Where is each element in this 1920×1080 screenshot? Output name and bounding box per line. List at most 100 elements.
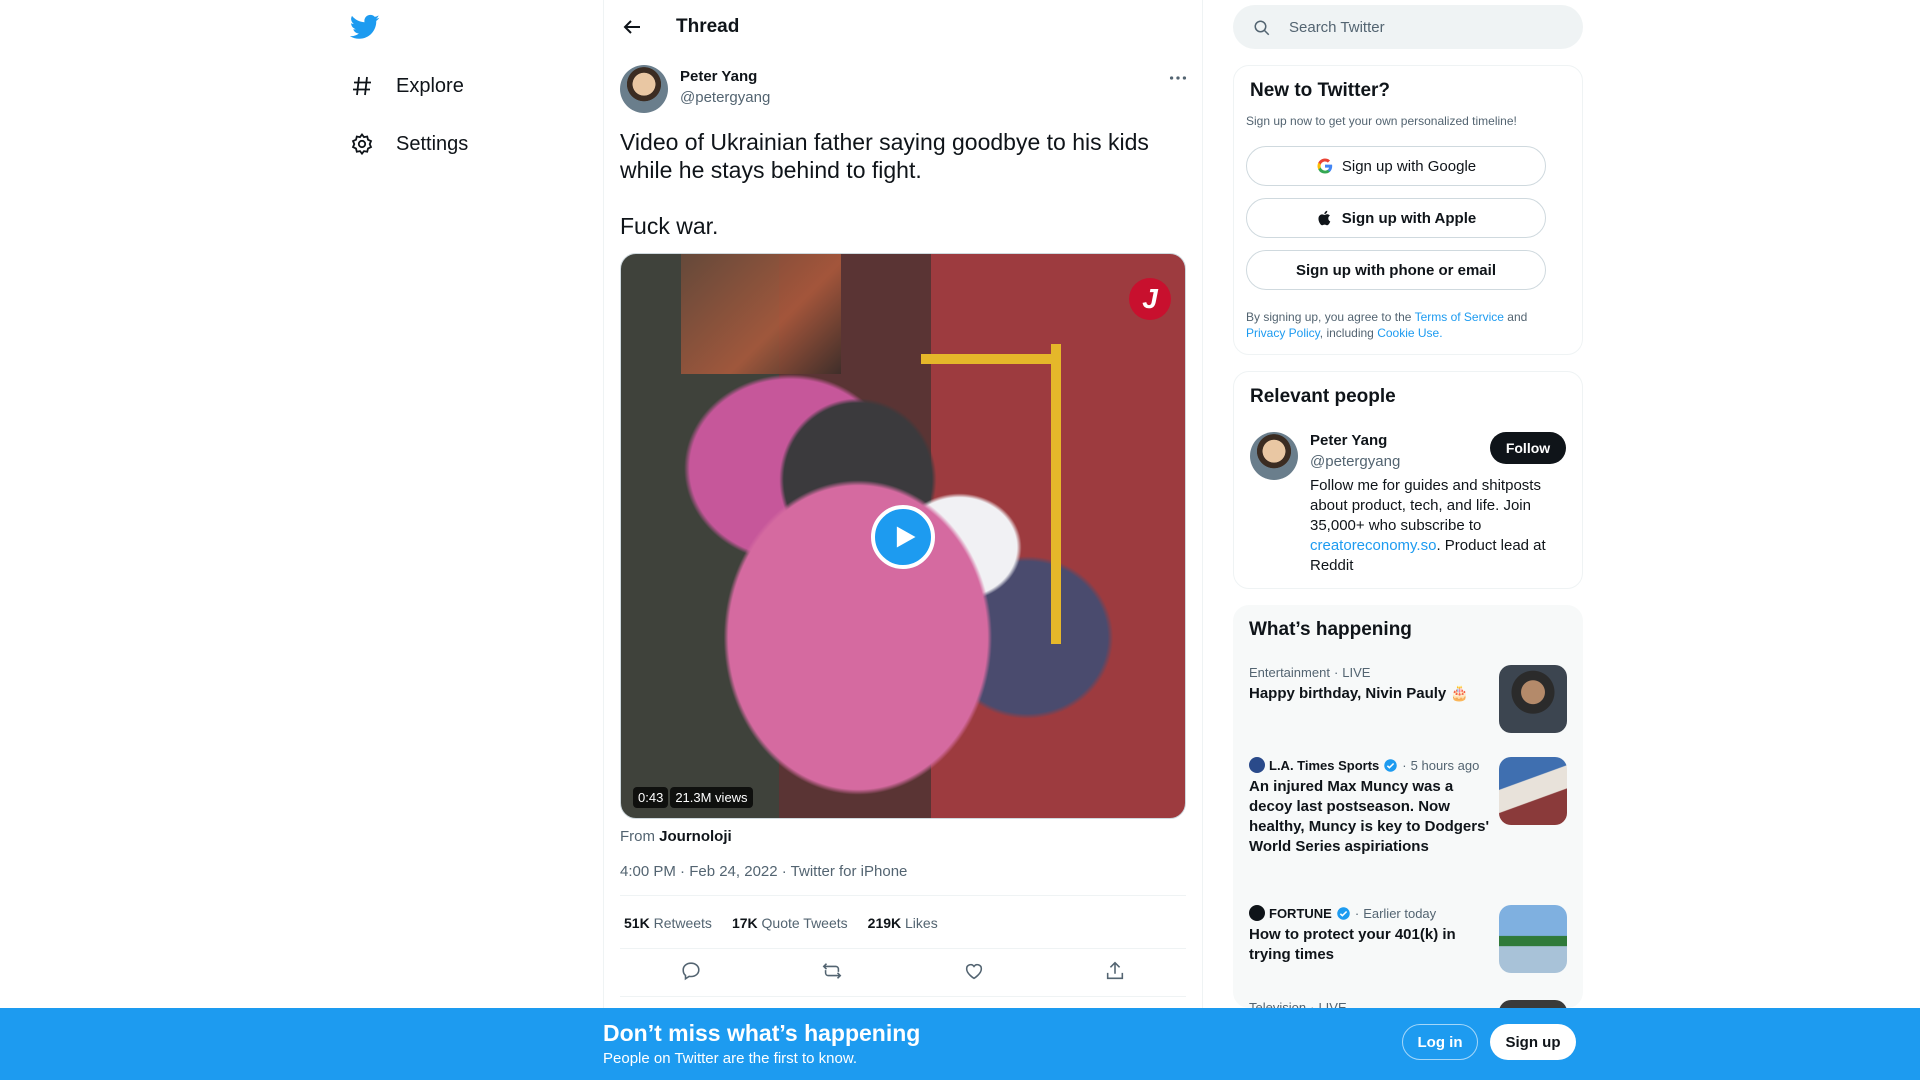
trend-category: Entertainment xyxy=(1249,665,1330,680)
cookie-use-link[interactable]: Cookie Use. xyxy=(1377,326,1442,340)
avatar[interactable] xyxy=(1250,432,1298,480)
trend-category: Television xyxy=(1249,1000,1307,1008)
stat-label: Retweets xyxy=(653,915,712,931)
trend-thumbnail xyxy=(1499,757,1567,825)
trend-separator: · xyxy=(1310,1000,1315,1008)
nav-item-settings[interactable]: Settings xyxy=(350,132,468,156)
button-label: Sign up with Apple xyxy=(1341,209,1477,227)
trend-thumbnail xyxy=(1499,905,1567,973)
trend-thumbnail xyxy=(1499,665,1567,733)
trend-item[interactable]: FORTUNE · Earlier today How to protect y… xyxy=(1249,905,1567,975)
trend-title: An injured Max Muncy was a decoy last po… xyxy=(1249,778,1490,855)
hashtag-icon xyxy=(353,76,371,96)
video-duration: 0:43 xyxy=(633,787,669,808)
divider xyxy=(620,996,1186,997)
trend-item[interactable]: L.A. Times Sports · 5 hours ago An injur… xyxy=(1249,757,1567,887)
video-background-rail xyxy=(1051,344,1061,644)
signup-apple-button[interactable]: Sign up with Apple xyxy=(1246,198,1546,238)
signup-card-subtitle: Sign up now to get your own personalized… xyxy=(1246,114,1517,128)
trend-title: Happy birthday, Nivin Pauly 🎂 xyxy=(1249,685,1470,702)
trend-item[interactable]: Television · LIVE xyxy=(1249,1000,1567,1008)
signup-button[interactable]: Sign up xyxy=(1490,1024,1576,1060)
like-icon[interactable] xyxy=(963,960,985,982)
tweet-timestamp[interactable]: 4:00 PM · Feb 24, 2022 · Twitter for iPh… xyxy=(620,863,907,880)
from-source-link[interactable]: Journoloji xyxy=(659,828,732,845)
stat-label: Quote Tweets xyxy=(761,915,848,931)
share-icon[interactable] xyxy=(1104,960,1126,982)
tweet-stats: 51K Retweets 17K Quote Tweets 219K Likes xyxy=(624,915,938,931)
source-logo-icon xyxy=(1249,757,1265,773)
login-button[interactable]: Log in xyxy=(1402,1024,1478,1060)
author-name[interactable]: Peter Yang xyxy=(680,68,757,85)
relevant-people-card: Relevant people Peter Yang @petergyang F… xyxy=(1233,371,1583,589)
gear-icon xyxy=(351,133,373,156)
trend-separator: · xyxy=(1402,757,1407,773)
trend-item[interactable]: Entertainment · LIVE Happy birthday, Niv… xyxy=(1249,665,1567,733)
search-input[interactable] xyxy=(1289,15,1559,39)
relevant-people-title: Relevant people xyxy=(1250,386,1396,407)
whats-happening-card: What’s happening Entertainment · LIVE Ha… xyxy=(1233,605,1583,1008)
button-label: Sign up with Google xyxy=(1341,157,1477,175)
avatar[interactable] xyxy=(620,65,668,113)
signup-card: New to Twitter? Sign up now to get your … xyxy=(1233,65,1583,355)
relevant-person-bio: Follow me for guides and shitposts about… xyxy=(1310,476,1572,576)
bio-link[interactable]: creatoreconomy.so xyxy=(1310,537,1436,554)
more-options-icon[interactable] xyxy=(1167,67,1189,89)
video-player[interactable]: J 0:43 21.3M views xyxy=(620,253,1186,819)
relevant-person-handle[interactable]: @petergyang xyxy=(1310,453,1400,470)
thread-column: Thread Peter Yang @petergyang Video of U… xyxy=(603,0,1203,1080)
trend-source: FORTUNE xyxy=(1269,905,1332,921)
search-icon xyxy=(1254,20,1270,36)
back-arrow-icon[interactable] xyxy=(620,15,644,39)
nav-item-label: Settings xyxy=(396,132,469,155)
trend-status: LIVE xyxy=(1342,665,1371,680)
search-box[interactable] xyxy=(1233,5,1583,49)
video-views: 21.3M views xyxy=(670,787,753,808)
thread-header: Thread xyxy=(604,0,1204,54)
verified-badge-icon xyxy=(1337,906,1350,920)
play-icon xyxy=(896,526,916,548)
app: Explore Settings Thread Peter Yang @pete… xyxy=(0,0,1920,1080)
tweet-text: Video of Ukrainian father saying goodbye… xyxy=(620,129,1149,239)
trend-status: LIVE xyxy=(1318,1000,1347,1008)
stat-count: 219K xyxy=(867,915,902,931)
retweet-icon[interactable] xyxy=(821,960,843,982)
retweets-stat[interactable]: 51K Retweets xyxy=(624,915,712,931)
divider xyxy=(620,895,1186,896)
page-title: Thread xyxy=(676,16,740,37)
signup-google-button[interactable]: Sign up with Google xyxy=(1246,146,1546,186)
trend-title: How to protect your 401(k) in trying tim… xyxy=(1249,926,1456,963)
divider xyxy=(620,948,1186,949)
whats-happening-title: What’s happening xyxy=(1249,619,1412,640)
trend-thumbnail xyxy=(1499,1000,1567,1008)
media-source: From Journoloji xyxy=(620,828,732,845)
play-button[interactable] xyxy=(871,505,935,569)
stat-label: Likes xyxy=(905,915,938,931)
reply-icon[interactable] xyxy=(680,960,702,982)
privacy-policy-link[interactable]: Privacy Policy xyxy=(1246,326,1320,340)
twitter-bird-icon[interactable] xyxy=(350,12,380,42)
stat-count: 51K xyxy=(624,915,650,931)
quote-tweets-stat[interactable]: 17K Quote Tweets xyxy=(732,915,848,931)
nav-item-explore[interactable]: Explore xyxy=(350,74,464,98)
terms-of-service-link[interactable]: Terms of Service xyxy=(1415,310,1504,324)
terms-text: , including xyxy=(1319,326,1374,340)
video-background-rail xyxy=(921,354,1061,364)
author-handle[interactable]: @petergyang xyxy=(680,89,770,106)
trend-source: L.A. Times Sports xyxy=(1269,757,1380,773)
likes-stat[interactable]: 219K Likes xyxy=(868,915,938,931)
bio-text: Follow me for guides and shitposts about… xyxy=(1310,477,1541,534)
follow-button[interactable]: Follow xyxy=(1490,432,1566,464)
bottom-bar-title: Don’t miss what’s happening xyxy=(603,1020,921,1046)
stat-count: 17K xyxy=(731,915,758,931)
apple-icon xyxy=(1318,210,1331,226)
video-meta: 0:43 21.3M views xyxy=(633,787,753,808)
trend-separator: · xyxy=(1354,905,1360,921)
source-logo-icon xyxy=(1249,905,1265,921)
terms-text: and xyxy=(1507,310,1528,324)
google-icon xyxy=(1317,158,1333,174)
button-label: Sign up with phone or email xyxy=(1295,261,1496,279)
relevant-person-name[interactable]: Peter Yang xyxy=(1310,432,1387,449)
video-background-sign xyxy=(681,254,841,374)
signup-phone-email-button[interactable]: Sign up with phone or email xyxy=(1246,250,1546,290)
